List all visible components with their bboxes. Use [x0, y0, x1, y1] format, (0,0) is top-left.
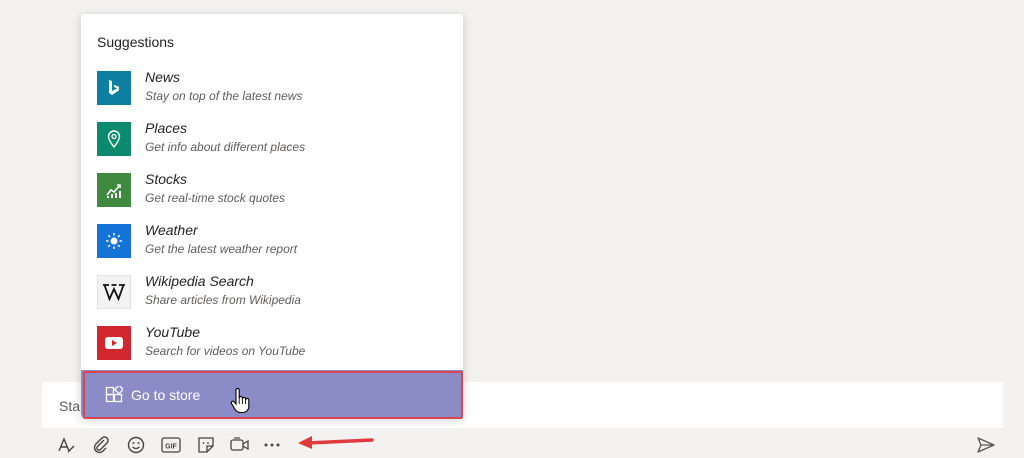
suggestion-name: Places — [145, 120, 188, 136]
send-icon[interactable] — [974, 433, 998, 457]
suggestion-name: Wikipedia Search — [145, 273, 254, 289]
suggestion-desc: Get info about different places — [145, 140, 306, 154]
compose-toolbar: GIF — [52, 433, 1012, 457]
popup-title: Suggestions — [97, 34, 175, 50]
suggestion-name: YouTube — [145, 324, 201, 340]
suggestion-item-wikipedia[interactable]: Wikipedia Search Share articles from Wik… — [97, 271, 447, 313]
go-to-store-label: Go to store — [131, 387, 201, 403]
more-options-icon[interactable] — [260, 433, 284, 457]
attach-icon[interactable] — [89, 433, 113, 457]
suggestion-desc: Get the latest weather report — [145, 242, 298, 256]
suggestion-item-places[interactable]: Places Get info about different places — [97, 118, 447, 160]
suggestion-name: Stocks — [145, 171, 188, 187]
meet-now-icon[interactable] — [228, 433, 252, 457]
suggestion-desc: Share articles from Wikipedia — [145, 293, 301, 307]
annotation-arrow-icon — [298, 436, 374, 449]
format-icon[interactable] — [54, 433, 78, 457]
suggestion-item-news[interactable]: News Stay on top of the latest news — [97, 67, 447, 109]
suggestion-item-youtube[interactable]: YouTube Search for videos on YouTube — [97, 322, 447, 364]
gif-label: GIF — [165, 444, 177, 451]
youtube-icon — [97, 326, 131, 360]
suggestion-desc: Stay on top of the latest news — [145, 89, 303, 103]
suggestion-desc: Search for videos on YouTube — [145, 344, 306, 358]
bing-icon — [97, 71, 131, 105]
suggestion-item-weather[interactable]: Weather Get the latest weather report — [97, 220, 447, 262]
stock-chart-icon — [97, 173, 131, 207]
sticker-icon[interactable] — [194, 433, 218, 457]
sun-icon — [97, 224, 131, 258]
suggestion-desc: Get real-time stock quotes — [145, 191, 286, 205]
suggestion-name: News — [145, 69, 181, 85]
gif-icon[interactable]: GIF — [159, 433, 183, 457]
emoji-icon[interactable] — [124, 433, 148, 457]
hand-cursor-icon — [230, 388, 250, 414]
suggestion-item-stocks[interactable]: Stocks Get real-time stock quotes — [97, 169, 447, 211]
store-icon — [105, 386, 123, 403]
wikipedia-icon — [97, 275, 131, 309]
map-pin-icon — [97, 122, 131, 156]
suggestions-popup: Suggestions News Stay on top of the late… — [81, 14, 463, 419]
compose-placeholder: Sta — [59, 398, 81, 414]
go-to-store-button[interactable]: Go to store — [81, 370, 463, 419]
suggestion-name: Weather — [145, 222, 198, 238]
